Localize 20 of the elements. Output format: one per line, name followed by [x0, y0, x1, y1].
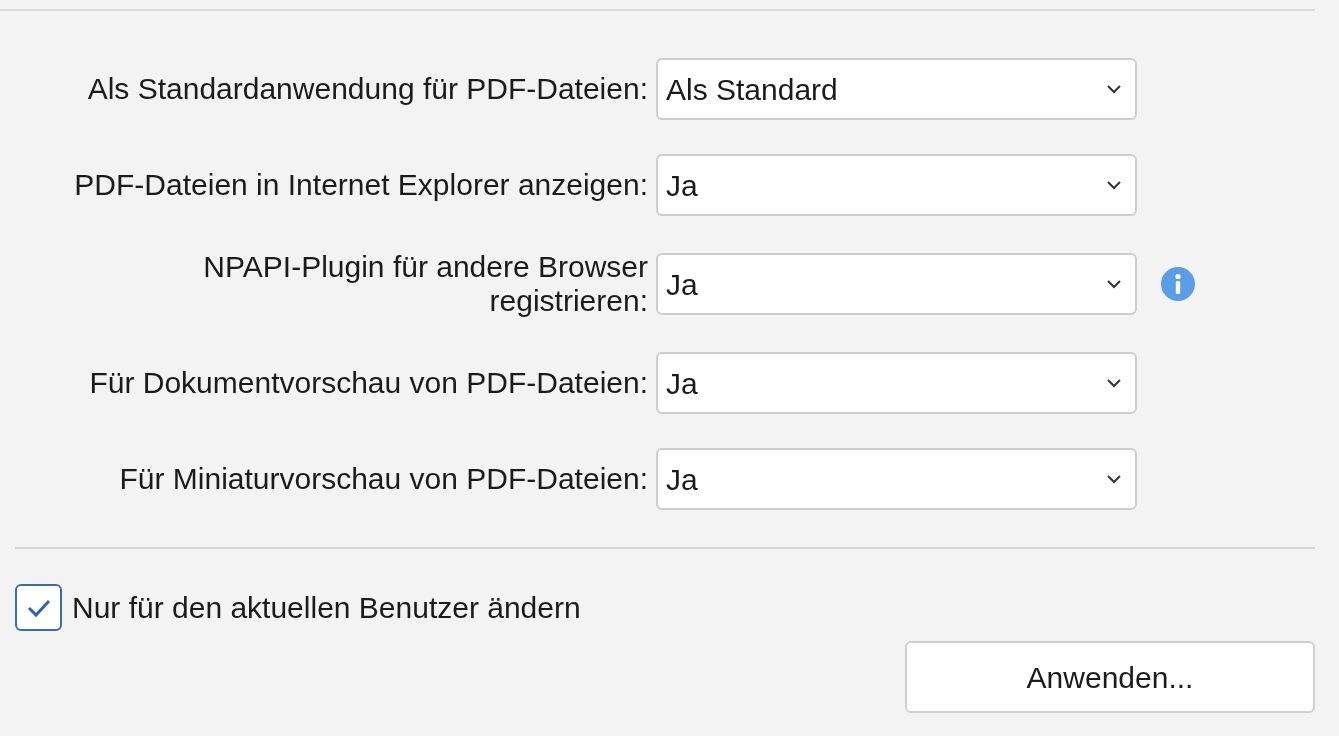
setting-label: Als Standardanwendung für PDF-Dateien: [86, 72, 648, 106]
checkmark-icon [26, 597, 51, 618]
dropdown[interactable]: Ja [656, 253, 1137, 315]
chevron-down-icon [1107, 474, 1121, 484]
info-icon[interactable] [1161, 267, 1195, 301]
dropdown[interactable]: Ja [656, 352, 1137, 414]
apply-button[interactable]: Anwenden... [905, 641, 1315, 713]
setting-label: Für Dokumentvorschau von PDF-Dateien: [88, 366, 648, 400]
chevron-down-icon [1107, 279, 1121, 289]
dropdown[interactable]: Ja [656, 448, 1137, 510]
checkbox-label: Nur für den aktuellen Benutzer ändern [72, 590, 581, 626]
setting-label: NPAPI-Plugin für andere Browser registrieren: [202, 250, 648, 318]
dropdown[interactable]: Als Standard [656, 58, 1137, 120]
checkbox[interactable] [15, 584, 62, 631]
setting-label: Für Miniaturvorschau von PDF-Dateien: [118, 462, 648, 496]
chevron-down-icon [1107, 84, 1121, 94]
chevron-down-icon [1107, 180, 1121, 190]
setting-label: PDF-Dateien in Internet Explorer anzeigen: [73, 168, 648, 202]
dropdown[interactable]: Ja [656, 154, 1137, 216]
chevron-down-icon [1107, 378, 1121, 388]
